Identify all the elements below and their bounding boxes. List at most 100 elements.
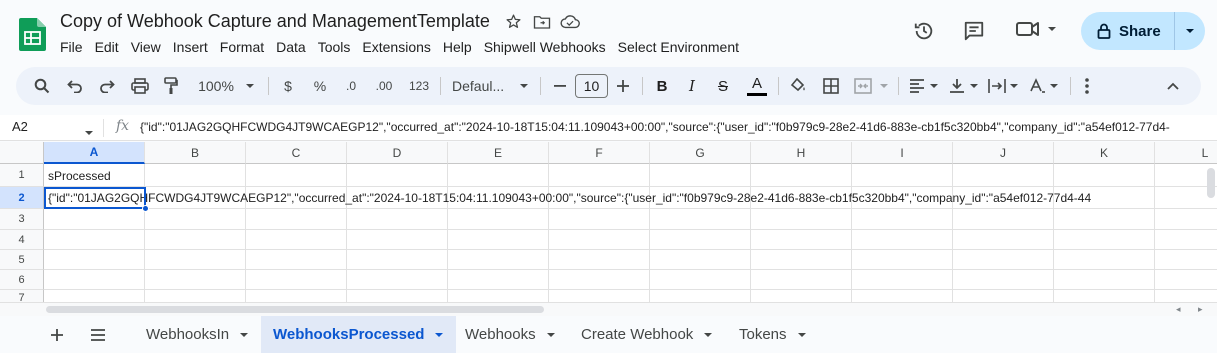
column-header-h[interactable]: H	[751, 142, 852, 164]
menu-help[interactable]: Help	[437, 38, 478, 56]
horizontal-scroll-thumb[interactable]	[46, 306, 544, 313]
sheet-tab-create-webhook[interactable]: Create Webhook	[569, 316, 725, 353]
menu-view[interactable]: View	[125, 38, 167, 56]
text-color-icon[interactable]: A	[745, 67, 769, 105]
column-header-a[interactable]: A	[44, 142, 145, 164]
chevron-down-icon[interactable]	[928, 67, 940, 105]
sheet-tab-tokens[interactable]: Tokens	[727, 316, 819, 353]
more-formats-button[interactable]: 123	[406, 67, 432, 105]
horizontal-align-icon[interactable]	[906, 67, 928, 105]
vertical-scroll-thumb[interactable]	[1207, 168, 1215, 198]
name-box[interactable]: A2	[12, 119, 28, 134]
cell-a2[interactable]: {"id":"01JAG2GQHFCWDG4JT9WCAEGP12","occu…	[48, 188, 1217, 208]
row-header-6[interactable]: 6	[0, 270, 44, 290]
sheet-tab-webhooks[interactable]: Webhooks	[453, 316, 568, 353]
text-wrapping-icon[interactable]	[986, 67, 1008, 105]
decrease-font-size-icon[interactable]	[552, 67, 568, 105]
comment-icon[interactable]	[963, 20, 985, 47]
menu-format[interactable]: Format	[214, 38, 270, 56]
undo-icon[interactable]	[64, 67, 86, 105]
scroll-left-icon[interactable]: ◂	[1176, 304, 1181, 315]
row-header-3[interactable]: 3	[0, 209, 44, 230]
spreadsheet-grid[interactable]: A B C D E F G H I J K L 1 2 3 4 5 6 7 sProcessed {"id":"01JA…	[0, 142, 1217, 307]
chevron-down-icon[interactable]	[878, 67, 890, 105]
share-options-button[interactable]	[1175, 28, 1205, 34]
version-history-icon[interactable]	[913, 20, 935, 47]
format-percent-button[interactable]: %	[310, 67, 330, 105]
increase-font-size-icon[interactable]	[615, 67, 631, 105]
cell-a1[interactable]: sProcessed	[48, 166, 111, 186]
column-header-k[interactable]: K	[1054, 142, 1155, 164]
meet-button[interactable]	[1015, 18, 1057, 40]
cloud-status-icon[interactable]	[560, 12, 580, 32]
print-icon[interactable]	[129, 67, 151, 105]
sheets-logo-icon[interactable]	[19, 18, 46, 51]
sheet-tab-webhooksin[interactable]: WebhooksIn	[134, 316, 261, 353]
more-options-icon[interactable]	[1078, 67, 1096, 105]
collapse-toolbar-icon[interactable]	[1163, 67, 1183, 105]
fill-color-icon[interactable]	[788, 67, 810, 105]
menu-extensions[interactable]: Extensions	[356, 38, 436, 56]
document-title[interactable]: Copy of Webhook Capture and ManagementTe…	[60, 11, 490, 32]
chevron-down-icon[interactable]	[968, 67, 980, 105]
share-main[interactable]: Share	[1081, 12, 1175, 50]
chevron-down-icon[interactable]	[244, 67, 256, 105]
italic-icon[interactable]: I	[682, 67, 702, 105]
increase-decimal-button[interactable]: .00	[370, 67, 398, 105]
merge-cells-icon[interactable]	[852, 67, 874, 105]
row-header-5[interactable]: 5	[0, 250, 44, 270]
column-header-c[interactable]: C	[246, 142, 347, 164]
menu-file[interactable]: File	[60, 38, 89, 56]
menu-data[interactable]: Data	[270, 38, 312, 56]
borders-icon[interactable]	[820, 67, 842, 105]
menu-tools[interactable]: Tools	[312, 38, 357, 56]
format-currency-button[interactable]: $	[278, 67, 298, 105]
chevron-down-icon[interactable]	[1008, 67, 1020, 105]
row-header-2[interactable]: 2	[0, 187, 44, 209]
scroll-right-icon[interactable]: ▸	[1198, 304, 1203, 315]
move-to-folder-icon[interactable]	[532, 12, 552, 32]
menu-select-environment[interactable]: Select Environment	[612, 38, 745, 56]
vertical-align-icon[interactable]	[946, 67, 968, 105]
search-menus-icon[interactable]	[32, 67, 52, 105]
toolbar-divider	[642, 77, 643, 95]
add-sheet-icon[interactable]	[44, 316, 70, 353]
chevron-down-icon[interactable]	[518, 67, 530, 105]
column-header-l[interactable]: L	[1155, 142, 1217, 164]
zoom-select[interactable]: 100%	[194, 67, 238, 105]
toolbar-divider	[540, 77, 541, 95]
select-all-corner[interactable]	[0, 142, 44, 164]
paint-format-icon[interactable]	[160, 67, 182, 105]
decrease-decimal-button[interactable]: .0	[340, 67, 362, 105]
row-header-4[interactable]: 4	[0, 230, 44, 250]
horizontal-scrollbar[interactable]: ◂ ▸	[0, 302, 1217, 316]
column-header-f[interactable]: F	[549, 142, 650, 164]
strikethrough-icon[interactable]: S	[713, 67, 733, 105]
menu-insert[interactable]: Insert	[167, 38, 214, 56]
share-button[interactable]: Share	[1081, 12, 1205, 50]
chevron-down-icon[interactable]	[1048, 67, 1060, 105]
text-rotation-icon[interactable]	[1026, 67, 1048, 105]
column-header-g[interactable]: G	[650, 142, 751, 164]
column-header-j[interactable]: J	[953, 142, 1054, 164]
redo-icon[interactable]	[96, 67, 118, 105]
column-header-b[interactable]: B	[145, 142, 246, 164]
toolbar-divider	[1070, 77, 1071, 95]
formula-input[interactable]: {"id":"01JAG2GQHFCWDG4JT9WCAEGP12","occu…	[140, 120, 1202, 134]
star-icon[interactable]	[504, 12, 524, 32]
title-row: Copy of Webhook Capture and ManagementTe…	[60, 11, 580, 32]
lock-icon	[1097, 23, 1111, 39]
font-select[interactable]: Defaul...	[452, 67, 516, 105]
column-header-d[interactable]: D	[347, 142, 448, 164]
menu-shipwell-webhooks[interactable]: Shipwell Webhooks	[478, 38, 612, 56]
all-sheets-icon[interactable]	[84, 316, 112, 353]
bold-icon[interactable]: B	[652, 67, 672, 105]
row-header-1[interactable]: 1	[0, 164, 44, 187]
menu-edit[interactable]: Edit	[89, 38, 125, 56]
font-size-input[interactable]: 10	[575, 74, 608, 98]
sheet-tab-webhooksprocessed[interactable]: WebhooksProcessed	[261, 316, 457, 353]
column-header-i[interactable]: I	[852, 142, 953, 164]
column-header-e[interactable]: E	[448, 142, 549, 164]
chevron-down-icon[interactable]	[84, 123, 94, 141]
fill-handle[interactable]	[142, 205, 149, 212]
